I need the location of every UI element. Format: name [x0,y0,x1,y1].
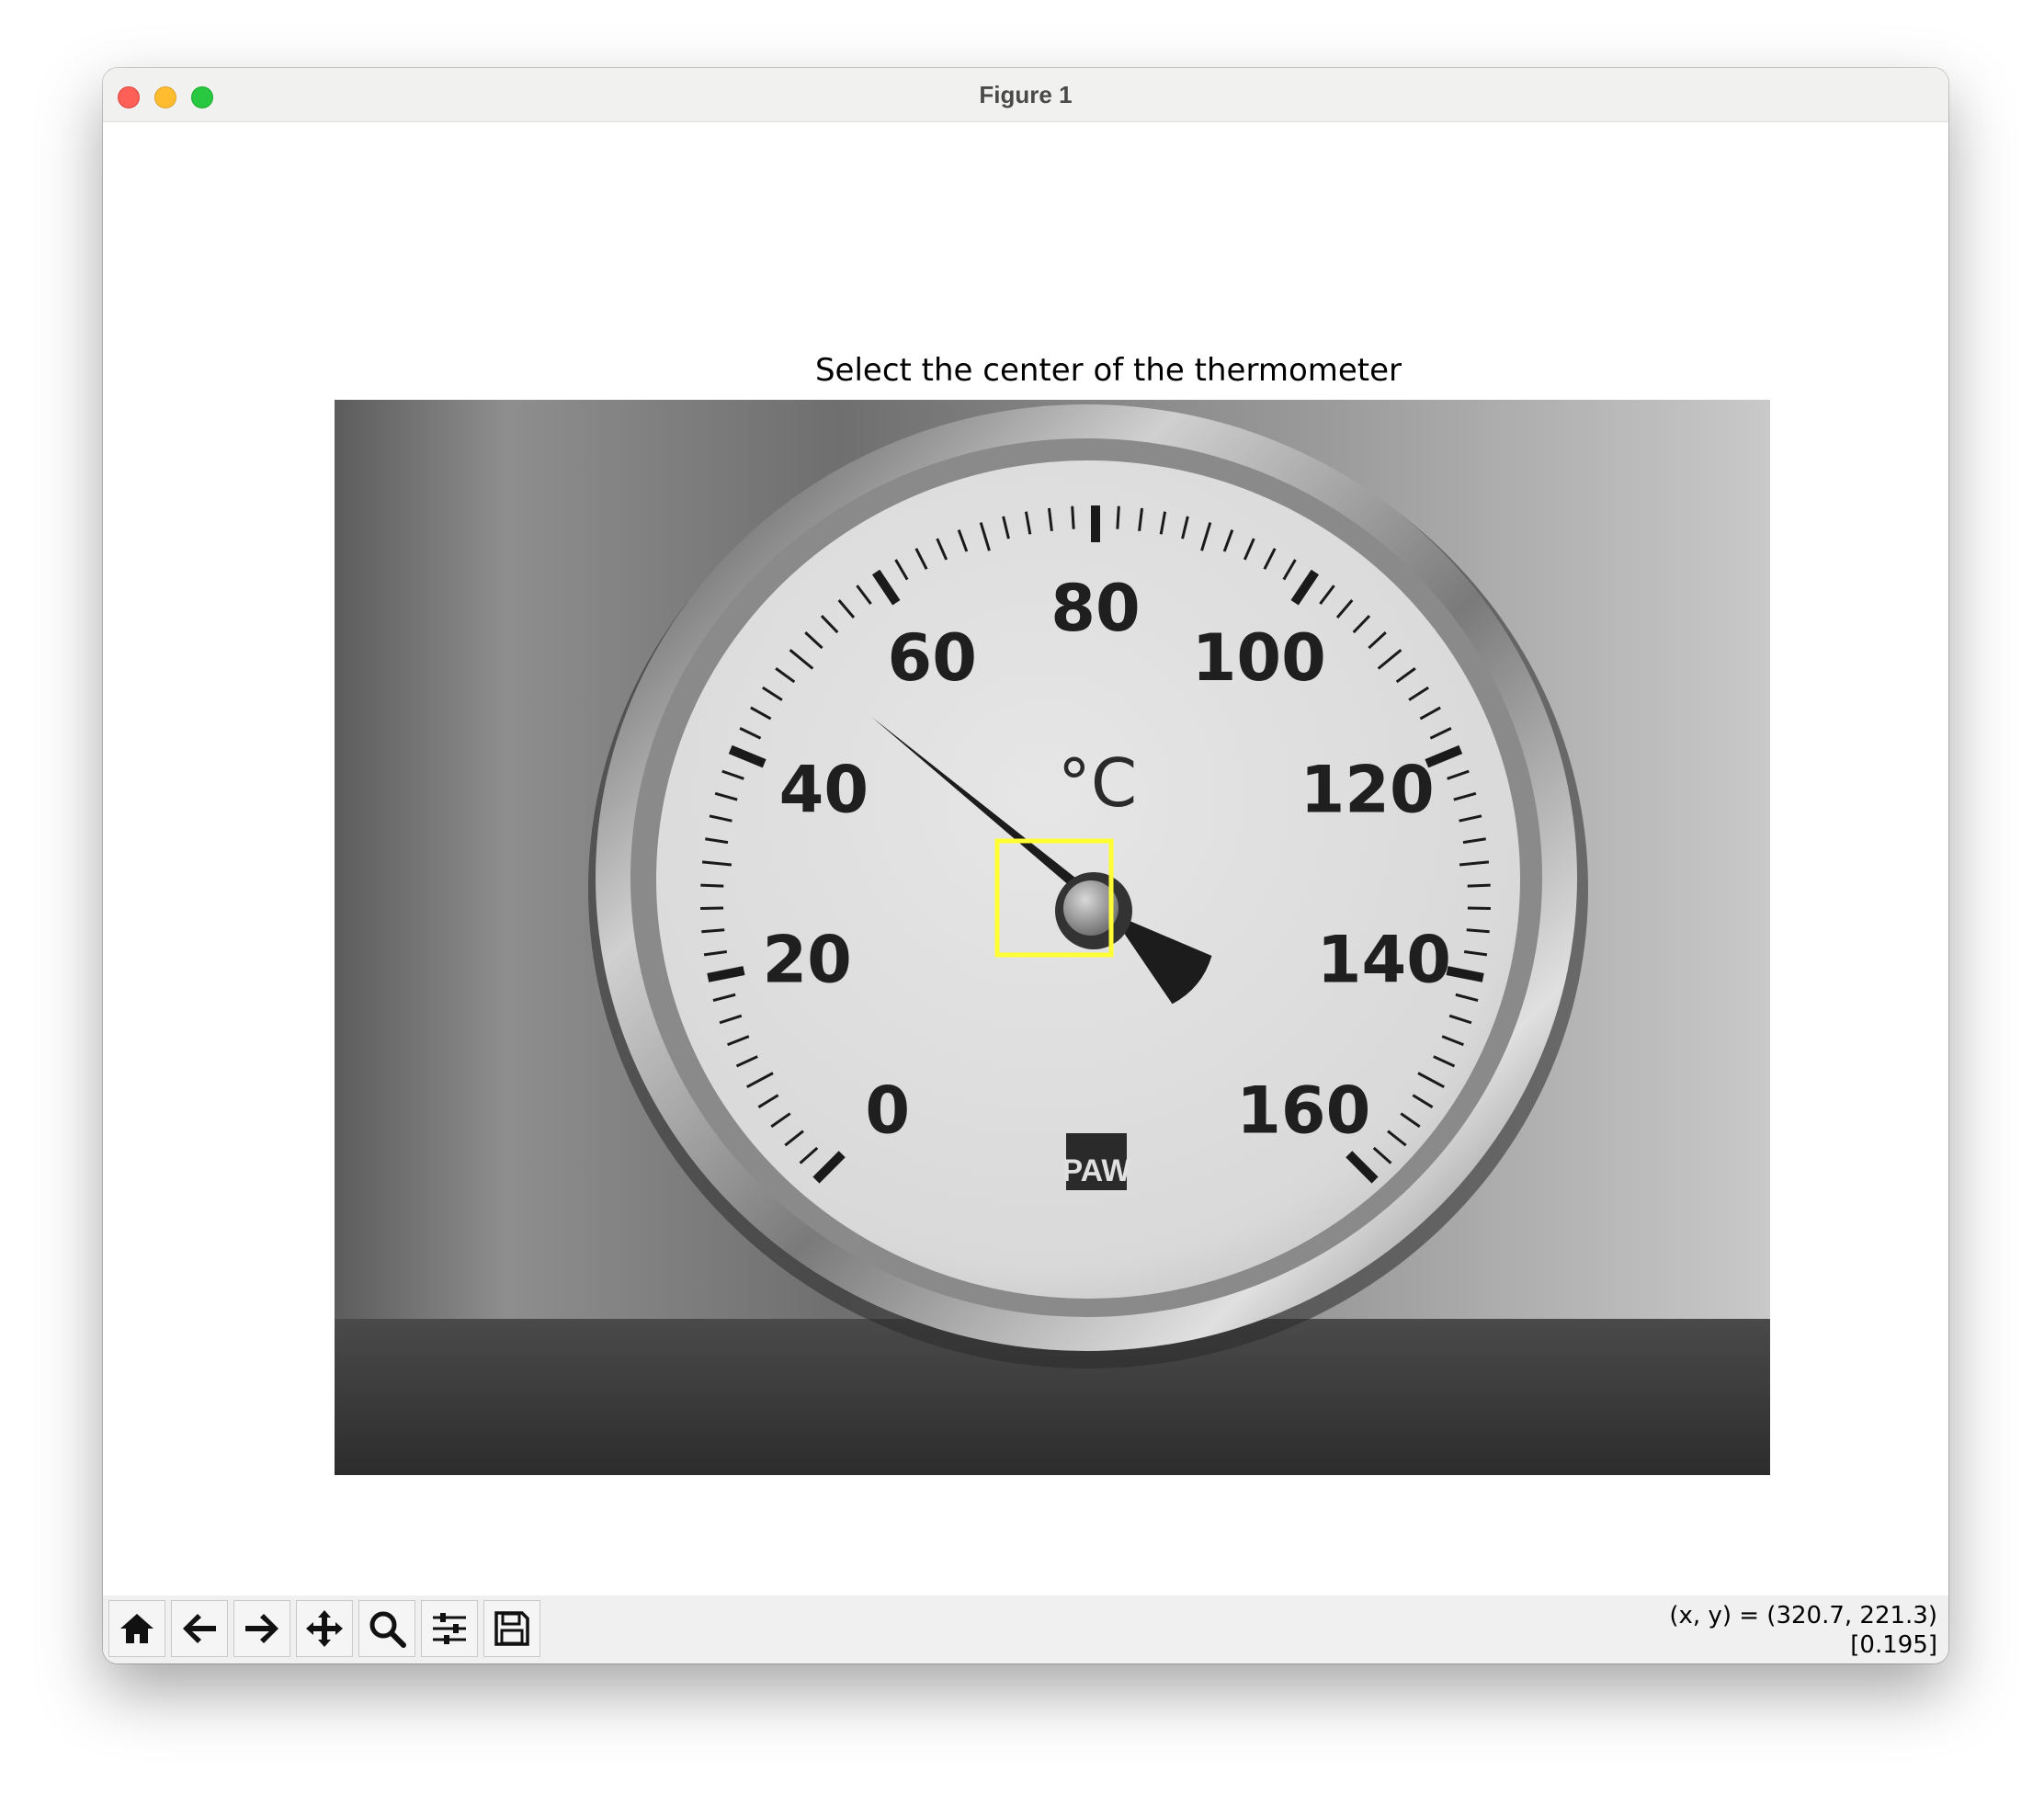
image-axes[interactable]: 0 20 40 60 80 100 120 140 160 °C PAW [335,400,1770,1475]
scale-label: 140 [1317,922,1451,997]
window-title: Figure 1 [979,81,1073,108]
figure-window: Figure 1 Select the center of the thermo… [103,68,1948,1663]
scale-label: 80 [1050,571,1140,646]
status-readout: (x, y) = (320.7, 221.3) [0.195] [1669,1601,1937,1660]
scale-label: 120 [1300,753,1435,828]
title-bar: Figure 1 [103,68,1948,122]
back-button[interactable] [171,1600,228,1657]
floppy-disk-icon [494,1611,529,1646]
move-icon [306,1610,343,1647]
thermometer-photo[interactable]: 0 20 40 60 80 100 120 140 160 °C PAW [335,400,1770,1475]
unit-label: °C [1058,744,1137,822]
scale-label: 0 [865,1073,910,1148]
scale-label: 160 [1236,1073,1370,1148]
forward-button[interactable] [233,1600,290,1657]
scale-label: 100 [1192,620,1326,696]
minor-tick [701,928,725,934]
cursor-coordinates: (x, y) = (320.7, 221.3) [1669,1602,1937,1629]
figure-canvas[interactable]: Select the center of the thermometer 0 2… [103,122,1948,1595]
magnifier-icon [369,1611,406,1648]
arrow-left-icon [183,1614,216,1643]
home-icon [120,1614,153,1643]
brand-logo-text: PAW [1062,1153,1132,1188]
pixel-value: [0.195] [1850,1631,1937,1659]
minor-tick [700,883,724,888]
arrow-right-icon [245,1614,278,1643]
pan-button[interactable] [296,1600,353,1657]
minor-tick [1116,505,1120,529]
sliders-icon [433,1613,466,1644]
configure-subplots-button[interactable] [421,1600,478,1657]
scale-label: 40 [779,753,869,828]
home-button[interactable] [108,1600,165,1657]
navigation-toolbar: (x, y) = (320.7, 221.3) [0.195] [103,1595,1948,1663]
minor-tick [1466,928,1490,934]
save-button[interactable] [483,1600,540,1657]
zoom-button[interactable] [358,1600,415,1657]
plot-title: Select the center of the thermometer [814,352,1402,389]
scale-label: 60 [888,620,977,696]
minor-tick [1467,883,1491,888]
scale-label: 20 [762,922,851,997]
